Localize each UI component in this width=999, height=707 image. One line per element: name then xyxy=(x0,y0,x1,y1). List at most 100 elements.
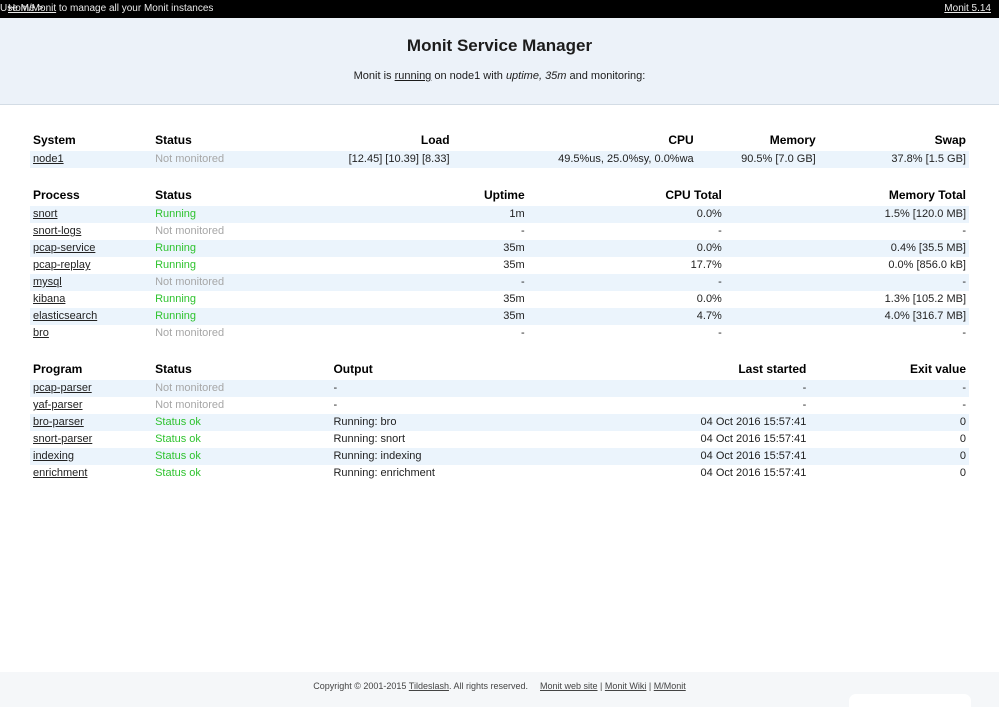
col-header-load: Load xyxy=(330,128,452,151)
value-cell: 0.0% xyxy=(528,240,725,257)
service-name-cell: indexing xyxy=(30,448,152,465)
process-table: Process Status Uptime CPU Total Memory T… xyxy=(30,183,969,342)
service-link[interactable]: bro xyxy=(33,327,49,339)
process-row: pcap-replayRunning35m17.7%0.0% [856.0 kB… xyxy=(30,257,969,274)
top-bar: Home > Use M/Monit to manage all your Mo… xyxy=(0,0,999,18)
program-row: bro-parserStatus okRunning: bro04 Oct 20… xyxy=(30,414,969,431)
program-row: enrichmentStatus okRunning: enrichment04… xyxy=(30,465,969,482)
content-spacer xyxy=(0,482,999,672)
monit-website-link[interactable]: Monit web site xyxy=(540,681,598,691)
value-cell: - xyxy=(340,223,528,240)
value-cell: 04 Oct 2016 15:57:41 xyxy=(612,465,809,482)
running-status-link[interactable]: running xyxy=(395,70,432,82)
copyright-pre: Copyright © 2001-2015 xyxy=(313,681,409,691)
status-cell: Running xyxy=(152,206,340,223)
col-header-output: Output xyxy=(330,357,612,380)
monit-version-link[interactable]: Monit 5.14 xyxy=(944,3,991,14)
status-cell: Not monitored xyxy=(152,325,340,342)
status-cell: Running xyxy=(152,257,340,274)
service-link[interactable]: snort-logs xyxy=(33,225,81,237)
value-cell: 0.0% xyxy=(528,291,725,308)
status-cell: Running xyxy=(152,308,340,325)
value-cell: - xyxy=(612,380,809,397)
service-name-cell: enrichment xyxy=(30,465,152,482)
status-cell: Status ok xyxy=(152,448,330,465)
status-cell: Not monitored xyxy=(152,223,340,240)
col-header-system: System xyxy=(30,128,152,151)
status-cell: Not monitored xyxy=(152,274,340,291)
value-cell: 4.7% xyxy=(528,308,725,325)
tildeslash-link[interactable]: Tildeslash xyxy=(409,681,449,691)
service-link[interactable]: mysql xyxy=(33,276,62,288)
service-name-cell: kibana xyxy=(30,291,152,308)
mmonit-footer-link[interactable]: M/Monit xyxy=(654,681,686,691)
value-cell: 90.5% [7.0 GB] xyxy=(697,151,819,168)
service-link[interactable]: indexing xyxy=(33,450,74,462)
topbar-version: Monit 5.14 xyxy=(944,0,991,18)
subtitle-mid: on node1 with xyxy=(431,70,506,82)
service-link[interactable]: elasticsearch xyxy=(33,310,97,322)
value-cell: - xyxy=(725,325,969,342)
footer-link-separator: | xyxy=(598,681,605,691)
value-cell: Running: indexing xyxy=(330,448,612,465)
program-row: indexing Status okRunning: indexing04 Oct… xyxy=(30,448,969,465)
value-cell: - xyxy=(330,397,612,414)
program-table-body: pcap-parserNot monitored---yaf-parserNot… xyxy=(30,380,969,482)
subtitle-pre: Monit is xyxy=(354,70,395,82)
value-cell: - xyxy=(809,397,969,414)
value-cell: - xyxy=(528,223,725,240)
service-link[interactable]: pcap-service xyxy=(33,242,95,254)
service-link[interactable]: snort-parser xyxy=(33,433,92,445)
service-name-cell: mysql xyxy=(30,274,152,291)
program-table: Program Status Output Last started Exit … xyxy=(30,357,969,482)
process-table-header-row: Process Status Uptime CPU Total Memory T… xyxy=(30,183,969,206)
breadcrumb-separator: > xyxy=(35,3,44,14)
col-header-memory: Memory xyxy=(697,128,819,151)
service-name-cell: pcap-parser xyxy=(30,380,152,397)
value-cell: - xyxy=(330,380,612,397)
footer-band: Copyright © 2001-2015 Tildeslash. All ri… xyxy=(0,672,999,707)
service-link[interactable]: yaf-parser xyxy=(33,399,83,411)
col-header-exit-value: Exit value xyxy=(809,357,969,380)
status-cell: Not monitored xyxy=(152,151,330,168)
value-cell: 35m xyxy=(340,240,528,257)
service-name-cell: elasticsearch xyxy=(30,308,152,325)
service-link[interactable]: bro-parser xyxy=(33,416,84,428)
status-cell: Status ok xyxy=(152,431,330,448)
process-row: snort-logsNot monitored--- xyxy=(30,223,969,240)
value-cell: 0.0% [856.0 kB] xyxy=(725,257,969,274)
process-row: broNot monitored--- xyxy=(30,325,969,342)
service-link[interactable]: pcap-replay xyxy=(33,259,90,271)
value-cell: 1.5% [120.0 MB] xyxy=(725,206,969,223)
footer-link-separator: | xyxy=(646,681,653,691)
status-cell: Status ok xyxy=(152,465,330,482)
service-link[interactable]: node1 xyxy=(33,153,64,165)
service-link[interactable]: kibana xyxy=(33,293,65,305)
breadcrumb: Home > xyxy=(8,0,43,18)
process-row: elasticsearchRunning35m4.7%4.0% [316.7 M… xyxy=(30,308,969,325)
service-name-cell: node1 xyxy=(30,151,152,168)
value-cell: 0.4% [35.5 MB] xyxy=(725,240,969,257)
service-name-cell: bro-parser xyxy=(30,414,152,431)
col-header-uptime: Uptime xyxy=(340,183,528,206)
process-row: mysqlNot monitored--- xyxy=(30,274,969,291)
col-header-swap: Swap xyxy=(819,128,969,151)
home-link[interactable]: Home xyxy=(8,3,35,14)
service-name-cell: yaf-parser xyxy=(30,397,152,414)
service-link[interactable]: enrichment xyxy=(33,467,87,479)
service-link[interactable]: snort xyxy=(33,208,57,220)
col-header-status: Status xyxy=(152,128,330,151)
col-header-last-started: Last started xyxy=(612,357,809,380)
footer: Copyright © 2001-2015 Tildeslash. All ri… xyxy=(0,672,999,691)
value-cell: 0 xyxy=(809,431,969,448)
monit-wiki-link[interactable]: Monit Wiki xyxy=(605,681,647,691)
value-cell: 04 Oct 2016 15:57:41 xyxy=(612,448,809,465)
value-cell: - xyxy=(340,274,528,291)
system-table-body: node1 Not monitored[12.45] [10.39] [8.33]… xyxy=(30,151,969,168)
service-link[interactable]: pcap-parser xyxy=(33,382,92,394)
system-table: System Status Load CPU Memory Swap node1… xyxy=(30,128,969,168)
value-cell: - xyxy=(725,223,969,240)
value-cell: [12.45] [10.39] [8.33] xyxy=(330,151,452,168)
col-header-status: Status xyxy=(152,183,340,206)
col-header-cpu-total: CPU Total xyxy=(528,183,725,206)
